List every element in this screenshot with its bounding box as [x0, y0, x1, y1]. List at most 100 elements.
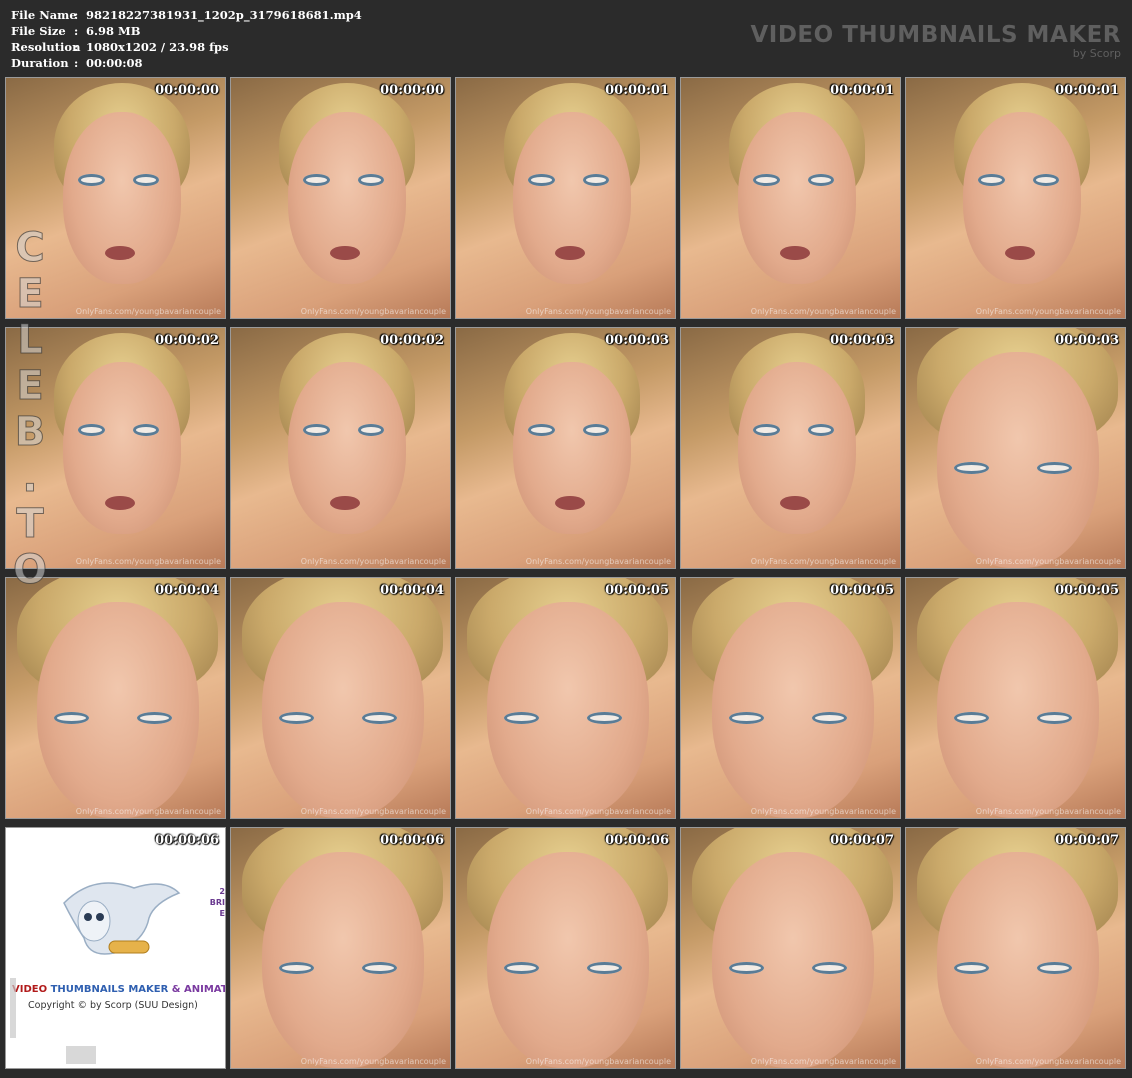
- video-frame-thumbnail: OnlyFans.com/youngbavariancouple 00:00:0…: [680, 827, 901, 1069]
- frame-face: [936, 852, 1099, 1068]
- timestamp: 00:00:05: [605, 583, 669, 598]
- timestamp: 00:00:03: [605, 333, 669, 348]
- video-frame-thumbnail: OnlyFans.com/youngbavariancouple 00:00:0…: [230, 577, 451, 819]
- frame-face: [486, 852, 649, 1068]
- frame-watermark: OnlyFans.com/youngbavariancouple: [750, 307, 896, 316]
- file-info-panel: File Name : 98218227381931_1202p_3179618…: [11, 7, 362, 71]
- frame-watermark: OnlyFans.com/youngbavariancouple: [975, 307, 1121, 316]
- frame-watermark: OnlyFans.com/youngbavariancouple: [525, 307, 671, 316]
- timestamp: 00:00:06: [605, 833, 669, 848]
- frame-eye: [78, 424, 105, 436]
- frame-eye: [808, 424, 835, 436]
- frame-watermark: OnlyFans.com/youngbavariancouple: [75, 807, 221, 816]
- frame-watermark: OnlyFans.com/youngbavariancouple: [300, 307, 446, 316]
- video-frame-thumbnail: OnlyFans.com/youngbavariancouple 00:00:0…: [455, 77, 676, 319]
- brand-logo: VIDEO THUMBNAILS MAKER by Scorp: [750, 22, 1121, 60]
- frame-watermark: OnlyFans.com/youngbavariancouple: [525, 807, 671, 816]
- timestamp: 00:00:04: [380, 583, 444, 598]
- info-separator: :: [74, 40, 79, 54]
- frame-eye: [583, 424, 610, 436]
- info-label: File Size: [11, 24, 66, 38]
- blur-patch: [66, 1046, 96, 1064]
- frame-watermark: OnlyFans.com/youngbavariancouple: [975, 807, 1121, 816]
- video-frame-thumbnail: OnlyFans.com/youngbavariancouple 00:00:0…: [905, 827, 1126, 1069]
- frame-watermark: OnlyFans.com/youngbavariancouple: [525, 557, 671, 566]
- frame-watermark: OnlyFans.com/youngbavariancouple: [750, 557, 896, 566]
- brand-subtitle: by Scorp: [1072, 47, 1121, 60]
- video-frame-thumbnail: OnlyFans.com/youngbavariancouple 00:00:0…: [680, 327, 901, 569]
- frame-watermark: OnlyFans.com/youngbavariancouple: [300, 807, 446, 816]
- info-row-file-name: File Name : 98218227381931_1202p_3179618…: [11, 7, 362, 23]
- blur-patch: [10, 978, 16, 1038]
- info-separator: :: [74, 24, 79, 38]
- video-frame-thumbnail: OnlyFans.com/youngbavariancouple 00:00:0…: [230, 327, 451, 569]
- promo-product-name: VIDEO THUMBNAILS MAKER & ANIMATOR: [12, 984, 225, 995]
- frame-eye: [303, 174, 330, 186]
- timestamp: 00:00:06: [155, 833, 219, 848]
- info-separator: :: [74, 8, 79, 22]
- frame-eye: [753, 174, 780, 186]
- frame-face: [261, 602, 424, 818]
- frame-face: [486, 602, 649, 818]
- thumbnail-grid: OnlyFans.com/youngbavariancouple 00:00:0…: [5, 77, 1126, 1069]
- timestamp: 00:00:01: [1055, 83, 1119, 98]
- frame-eye: [978, 174, 1005, 186]
- frame-face: [936, 352, 1099, 568]
- frame-eye: [358, 424, 385, 436]
- frame-watermark: OnlyFans.com/youngbavariancouple: [300, 557, 446, 566]
- video-frame-thumbnail: OnlyFans.com/youngbavariancouple 00:00:0…: [455, 577, 676, 819]
- timestamp: 00:00:01: [605, 83, 669, 98]
- frame-face: [711, 602, 874, 818]
- video-frame-thumbnail: OnlyFans.com/youngbavariancouple 00:00:0…: [230, 827, 451, 1069]
- info-value: 1080x1202 / 23.98 fps: [86, 40, 229, 54]
- info-label: Resolution: [11, 40, 81, 54]
- frame-eye: [528, 174, 555, 186]
- frame-eye: [1033, 174, 1060, 186]
- frame-face: [711, 852, 874, 1068]
- frame-watermark: OnlyFans.com/youngbavariancouple: [975, 557, 1121, 566]
- frame-eye: [133, 424, 160, 436]
- promo-name-part: THUMBNAILS MAKER: [50, 984, 169, 995]
- info-label: File Name: [11, 8, 77, 22]
- info-value: 6.98 MB: [86, 24, 141, 38]
- info-row-duration: Duration : 00:00:08: [11, 55, 362, 71]
- timestamp: 00:00:00: [155, 83, 219, 98]
- timestamp: 00:00:03: [1055, 333, 1119, 348]
- timestamp: 00:00:00: [380, 83, 444, 98]
- info-label: Duration: [11, 56, 69, 70]
- video-frame-thumbnail: OnlyFans.com/youngbavariancouple 00:00:0…: [455, 327, 676, 569]
- frame-eye: [358, 174, 385, 186]
- owl-logo-icon: [63, 882, 181, 955]
- frame-face: [36, 602, 199, 818]
- video-frame-thumbnail: OnlyFans.com/youngbavariancouple 00:00:0…: [905, 577, 1126, 819]
- timestamp: 00:00:05: [1055, 583, 1119, 598]
- frame-face: [261, 852, 424, 1068]
- promo-side-text: 2 BRI E: [210, 886, 225, 919]
- timestamp: 00:00:07: [1055, 833, 1119, 848]
- frame-eye: [528, 424, 555, 436]
- promo-name-part: & ANIMATOR: [171, 984, 225, 995]
- promo-side-line: 2: [219, 887, 225, 896]
- video-frame-thumbnail: OnlyFans.com/youngbavariancouple 00:00:0…: [5, 577, 226, 819]
- frame-watermark: OnlyFans.com/youngbavariancouple: [975, 1057, 1121, 1066]
- info-row-resolution: Resolution : 1080x1202 / 23.98 fps: [11, 39, 362, 55]
- brand-title: VIDEO THUMBNAILS MAKER: [750, 22, 1121, 48]
- frame-eye: [583, 174, 610, 186]
- info-separator: :: [74, 56, 79, 70]
- video-frame-thumbnail: OnlyFans.com/youngbavariancouple 00:00:0…: [680, 577, 901, 819]
- promo-copyright: Copyright © by Scorp (SUU Design): [28, 1000, 198, 1011]
- frame-face: [936, 602, 1099, 818]
- frame-watermark: OnlyFans.com/youngbavariancouple: [300, 1057, 446, 1066]
- timestamp: 00:00:02: [155, 333, 219, 348]
- promo-side-line: BRI: [209, 898, 225, 907]
- timestamp: 00:00:04: [155, 583, 219, 598]
- timestamp: 00:00:02: [380, 333, 444, 348]
- frame-eye: [303, 424, 330, 436]
- frame-watermark: OnlyFans.com/youngbavariancouple: [75, 557, 221, 566]
- timestamp: 00:00:06: [380, 833, 444, 848]
- promo-name-part: VIDEO: [12, 984, 51, 995]
- promo-thumbnail: 2 BRI E VIDEO THUMBNAILS MAKER & ANIMATO…: [5, 827, 226, 1069]
- video-frame-thumbnail: OnlyFans.com/youngbavariancouple 00:00:0…: [230, 77, 451, 319]
- timestamp: 00:00:03: [830, 333, 894, 348]
- frame-watermark: OnlyFans.com/youngbavariancouple: [750, 807, 896, 816]
